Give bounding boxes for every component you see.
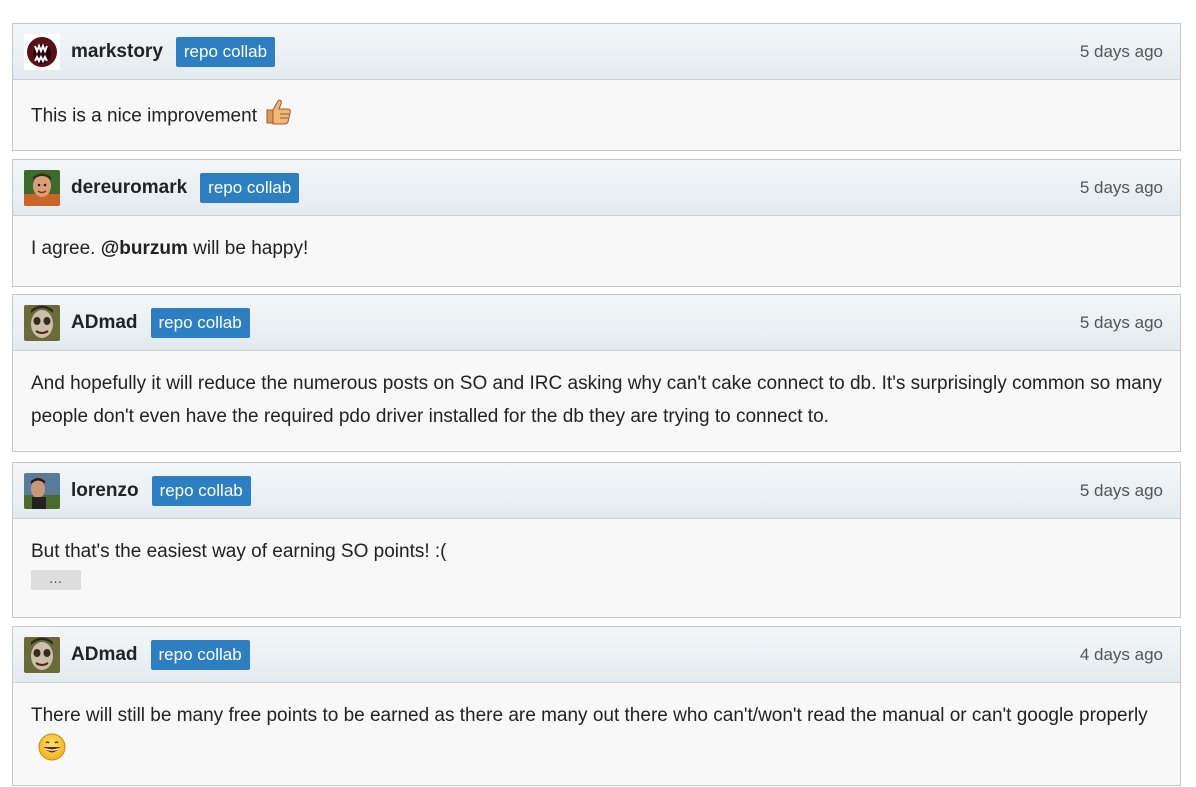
author-link[interactable]: lorenzo [71, 480, 139, 502]
repo-collab-badge: repo collab [151, 475, 251, 506]
comment-header: dereuromark repo collab 5 days ago [13, 160, 1180, 216]
user-mention-link[interactable]: @burzum [101, 238, 188, 259]
timestamp[interactable]: 5 days ago [1080, 481, 1163, 501]
comment-body: I agree. @burzum will be happy! [13, 216, 1180, 265]
author-link[interactable]: ADmad [71, 312, 138, 334]
thumbs-up-icon [263, 96, 293, 137]
comment-text: This is a nice improvement [31, 105, 257, 127]
timestamp[interactable]: 5 days ago [1080, 42, 1163, 62]
avatar[interactable] [24, 304, 60, 341]
expand-ellipsis-button[interactable]: … [31, 570, 81, 590]
repo-collab-badge: repo collab [150, 307, 250, 338]
comment-text: will be happy! [187, 238, 309, 259]
comment-header: ADmad repo collab 4 days ago [13, 627, 1180, 683]
timestamp[interactable]: 5 days ago [1080, 178, 1163, 198]
comment-body: And hopefully it will reduce the numerou… [13, 351, 1180, 433]
comment-text: And hopefully it will reduce the numerou… [31, 373, 1162, 427]
repo-collab-badge: repo collab [175, 36, 276, 67]
repo-collab-badge: repo collab [150, 639, 250, 670]
author-link[interactable]: dereuromark [71, 177, 187, 199]
comment-header: markstory repo collab 5 days ago [13, 24, 1180, 80]
comment-text: I agree. [31, 238, 101, 259]
avatar[interactable] [24, 169, 60, 206]
comment-text: But that's the easiest way of earning SO… [31, 541, 447, 562]
timestamp[interactable]: 4 days ago [1080, 645, 1163, 665]
avatar[interactable] [24, 472, 60, 509]
avatar[interactable] [24, 33, 60, 70]
comment: markstory repo collab 5 days ago This is… [12, 23, 1181, 151]
comment: ADmad repo collab 4 days ago There will … [12, 626, 1181, 786]
author-link[interactable]: ADmad [71, 644, 138, 666]
comment: lorenzo repo collab 5 days ago But that'… [12, 462, 1181, 618]
comment: ADmad repo collab 5 days ago And hopeful… [12, 294, 1181, 452]
comment-header: ADmad repo collab 5 days ago [13, 295, 1180, 351]
author-link[interactable]: markstory [71, 41, 163, 63]
comment-text: There will still be many free points to … [31, 705, 1148, 726]
repo-collab-badge: repo collab [200, 172, 300, 203]
comment-header: lorenzo repo collab 5 days ago [13, 463, 1180, 519]
comment-body: There will still be many free points to … [13, 683, 1180, 773]
avatar[interactable] [24, 636, 60, 673]
smile-icon [37, 732, 67, 773]
timestamp[interactable]: 5 days ago [1080, 313, 1163, 333]
comment-body: This is a nice improvement [13, 80, 1180, 137]
comment-body: But that's the easiest way of earning SO… [13, 519, 1180, 590]
comment: dereuromark repo collab 5 days ago I agr… [12, 159, 1181, 287]
